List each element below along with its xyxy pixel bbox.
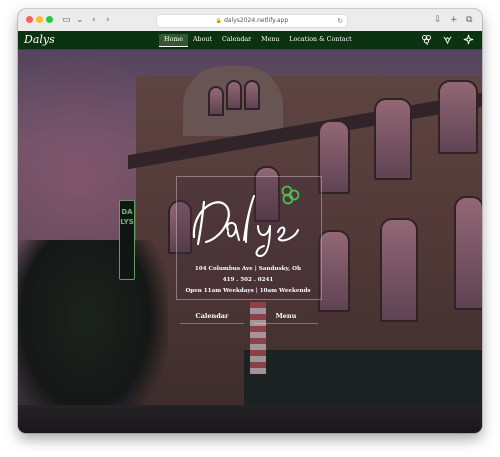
download-icon[interactable]: ⇩ — [434, 13, 442, 27]
nav-item-about[interactable]: About — [188, 34, 217, 46]
nav-item-menu[interactable]: Menu — [256, 34, 284, 46]
nav-icons — [421, 34, 474, 45]
sidebar-icon[interactable]: ▭ — [62, 13, 71, 27]
clover-icon[interactable] — [421, 34, 432, 45]
zoom-window-button[interactable] — [46, 16, 53, 23]
chevron-left-icon[interactable]: ‹ — [92, 13, 96, 27]
nav-item-calendar[interactable]: Calendar — [217, 34, 256, 46]
site-logo[interactable]: Dalys — [24, 31, 55, 49]
phone-text[interactable]: 419 . 502 . 0241 — [166, 275, 330, 285]
hero-section: DALYS 104 Columbus Ave | Sandusky, Oh 41… — [18, 50, 482, 433]
chevron-right-icon[interactable]: › — [106, 13, 110, 27]
minimize-window-button[interactable] — [36, 16, 43, 23]
site-navbar: Dalys Home About Calendar Menu Location … — [18, 31, 482, 50]
lobster-icon[interactable] — [442, 34, 453, 45]
nav-item-home[interactable]: Home — [159, 33, 188, 47]
plus-icon[interactable]: + — [450, 13, 458, 27]
browser-toolbar: ▭ ⌄ ‹ › 🔒 dalys2024.netlify.app ↻ ⇩ + ⧉ — [18, 9, 482, 32]
reload-icon[interactable]: ↻ — [337, 15, 343, 27]
hours-text: Open 11am Weekdays | 10am Weekends — [185, 288, 311, 294]
url-text: dalys2024.netlify.app — [224, 17, 289, 24]
dalys-logo — [192, 185, 300, 258]
calendar-button[interactable]: Calendar — [180, 309, 244, 324]
nav-links: Home About Calendar Menu Location & Cont… — [159, 31, 357, 49]
address-text: 104 Columbus Ave | Sandusky, Oh — [194, 266, 302, 272]
menu-button[interactable]: Menu — [254, 309, 318, 324]
browser-window: ▭ ⌄ ‹ › 🔒 dalys2024.netlify.app ↻ ⇩ + ⧉ D… — [18, 9, 482, 433]
sparkle-icon[interactable] — [463, 34, 474, 45]
address-bar[interactable]: 🔒 dalys2024.netlify.app ↻ — [156, 14, 348, 28]
tabs-icon[interactable]: ⧉ — [466, 13, 472, 27]
close-window-button[interactable] — [26, 16, 33, 23]
lock-icon: 🔒 — [215, 18, 223, 24]
nav-item-location-contact[interactable]: Location & Contact — [284, 34, 356, 46]
chevron-down-icon[interactable]: ⌄ — [76, 13, 84, 27]
